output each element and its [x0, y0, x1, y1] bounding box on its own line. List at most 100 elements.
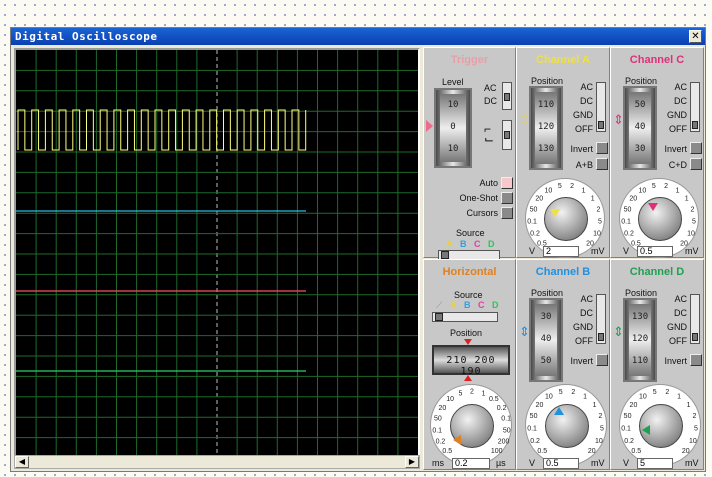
dial-scale-label: 0.1: [527, 426, 537, 433]
dial-scale-label: 10: [689, 438, 697, 445]
channel-a-invert-button[interactable]: [596, 142, 608, 154]
trigger-coupling-switch[interactable]: [502, 82, 512, 110]
dial-scale-label: 10: [593, 230, 601, 237]
horizontal-title: Horizontal: [442, 266, 497, 278]
scope-display: [14, 48, 420, 460]
channel-c-value[interactable]: 0.5: [637, 246, 673, 257]
position-marker-bottom-icon: [464, 375, 472, 381]
dial-scale-label: 0.1: [621, 219, 631, 226]
channel-d-position-label: Position: [625, 288, 658, 298]
channel-b-coupling-switch[interactable]: [596, 294, 606, 344]
dial-scale-label: 5: [652, 183, 656, 190]
channel-d-up-down-icon[interactable]: ⇕: [613, 324, 624, 340]
channel-b-up-down-icon[interactable]: ⇕: [519, 324, 530, 340]
one-shot-button[interactable]: [501, 192, 513, 204]
dial-scale-label: 5: [558, 183, 562, 190]
channel-b-title: Channel B: [535, 266, 591, 278]
horizontal-time-dial[interactable]: 0.5 0.2 0.1 50 20 10 5 2 1 0.5 0.2 0.1 50 200 100: [430, 384, 512, 466]
channel-b-invert-button[interactable]: [596, 354, 608, 366]
dial-scale-label: 5: [600, 426, 604, 433]
dial-scale-label: 50: [624, 206, 632, 213]
dial-scale-label: 0.2: [624, 438, 634, 445]
channel-d-volts-dial[interactable]: 0.5 0.2 0.1 50 20 10 5 2 1 1 2 5 10 20: [619, 384, 701, 466]
dial-scale-label: 2: [664, 183, 668, 190]
channel-b-position-label: Position: [531, 288, 564, 298]
trigger-edge-switch[interactable]: [502, 120, 512, 150]
oscilloscope-window: Digital Oscilloscope ✕ ◀ ▶ Trigger Level…: [10, 27, 706, 472]
dial-scale-label: 0.1: [432, 427, 442, 434]
channel-a-up-down-icon[interactable]: ⇕: [519, 112, 530, 128]
horizontal-position-drum[interactable]: 210 200 190: [432, 345, 510, 377]
horizontal-panel: Horizontal Source ⟋ A B C D Position 210…: [423, 259, 516, 470]
dial-scale-label: 2: [598, 413, 602, 420]
dial-scale-label: 50: [530, 206, 538, 213]
title-bar[interactable]: Digital Oscilloscope ✕: [11, 28, 705, 45]
channel-b-volts-dial[interactable]: 0.5 0.2 0.1 50 20 10 5 2 1 1 2 5 10 20: [525, 384, 607, 466]
channel-c-panel: Channel C Position 50 40 30 ⇕ AC DC GND …: [610, 47, 704, 258]
channel-a-position-drum[interactable]: 110 120 130: [529, 86, 563, 170]
scroll-right-icon[interactable]: ▶: [405, 456, 419, 468]
channel-d-coupling-switch[interactable]: [690, 294, 700, 344]
level-label: Level: [442, 77, 464, 87]
trigger-dc-label: DC: [484, 96, 497, 106]
channel-a-add-button[interactable]: [596, 158, 608, 170]
channel-b-value[interactable]: 0.5: [543, 458, 579, 469]
dial-scale-label: 5: [598, 219, 602, 226]
dial-scale-label: 10: [446, 396, 454, 403]
dial-scale-label: 1: [591, 196, 595, 203]
dial-scale-label: 20: [682, 448, 690, 455]
scroll-left-icon[interactable]: ◀: [15, 456, 29, 468]
dial-scale-label: 1: [687, 402, 691, 409]
channel-d-position-drum[interactable]: 130 120 110: [623, 298, 657, 382]
dial-scale-label: 20: [629, 196, 637, 203]
channel-c-coupling-switch[interactable]: [690, 82, 700, 132]
dial-scale-label: 1: [685, 196, 689, 203]
dial-scale-label: 0.2: [497, 405, 507, 412]
dial-scale-label: 1: [677, 394, 681, 401]
channel-a-dial-pointer-icon: [550, 209, 560, 217]
dial-scale-label: 0.2: [624, 230, 634, 237]
dial-scale-label: 5: [692, 219, 696, 226]
dial-scale-label: 0.2: [530, 230, 540, 237]
window-title: Digital Oscilloscope: [15, 30, 158, 43]
ramp-icon: ⟋: [436, 300, 443, 310]
dial-scale-label: 20: [536, 402, 544, 409]
channel-c-position-drum[interactable]: 50 40 30: [623, 86, 657, 170]
trigger-level-drum[interactable]: 10 0 10: [434, 88, 472, 168]
horizontal-value[interactable]: 0.2: [452, 458, 490, 469]
dial-scale-label: 200: [498, 439, 510, 446]
horizontal-position-label: Position: [450, 328, 483, 338]
dial-scale-label: 2: [571, 389, 575, 396]
channel-a-value[interactable]: 2: [543, 246, 579, 257]
horizontal-scrollbar[interactable]: ◀ ▶: [14, 455, 420, 469]
dial-scale-label: 50: [503, 427, 511, 434]
channel-c-up-down-icon[interactable]: ⇕: [613, 112, 624, 128]
dial-scale-label: 10: [639, 187, 647, 194]
dial-scale-label: 1: [593, 402, 597, 409]
dial-scale-label: 2: [570, 183, 574, 190]
channel-c-title: Channel C: [629, 54, 685, 66]
channel-a-position-label: Position: [531, 76, 564, 86]
horizontal-source-slider[interactable]: [432, 312, 498, 322]
channel-c-invert-button[interactable]: [690, 142, 702, 154]
dial-scale-label: 5: [694, 426, 698, 433]
channel-b-position-drum[interactable]: 30 40 50: [529, 298, 563, 382]
level-marker-icon: [426, 120, 433, 132]
dial-scale-label: 0.5: [631, 448, 641, 455]
dial-scale-label: 2: [665, 389, 669, 396]
edge-falling-icon: ⌙: [484, 132, 495, 146]
auto-button[interactable]: [501, 177, 513, 189]
channel-d-value[interactable]: 5: [637, 458, 673, 469]
dial-scale-label: 20: [438, 405, 446, 412]
cursors-label: Cursors: [466, 208, 498, 218]
channel-c-add-button[interactable]: [690, 158, 702, 170]
close-button[interactable]: ✕: [689, 30, 702, 43]
one-shot-label: One-Shot: [459, 193, 498, 203]
dial-scale-label: 2: [692, 413, 696, 420]
cursors-button[interactable]: [501, 207, 513, 219]
channel-d-invert-button[interactable]: [690, 354, 702, 366]
dial-scale-label: 50: [434, 416, 442, 423]
channel-a-coupling-switch[interactable]: [596, 82, 606, 132]
dial-scale-label: 10: [545, 187, 553, 194]
dial-scale-label: 2: [597, 206, 601, 213]
